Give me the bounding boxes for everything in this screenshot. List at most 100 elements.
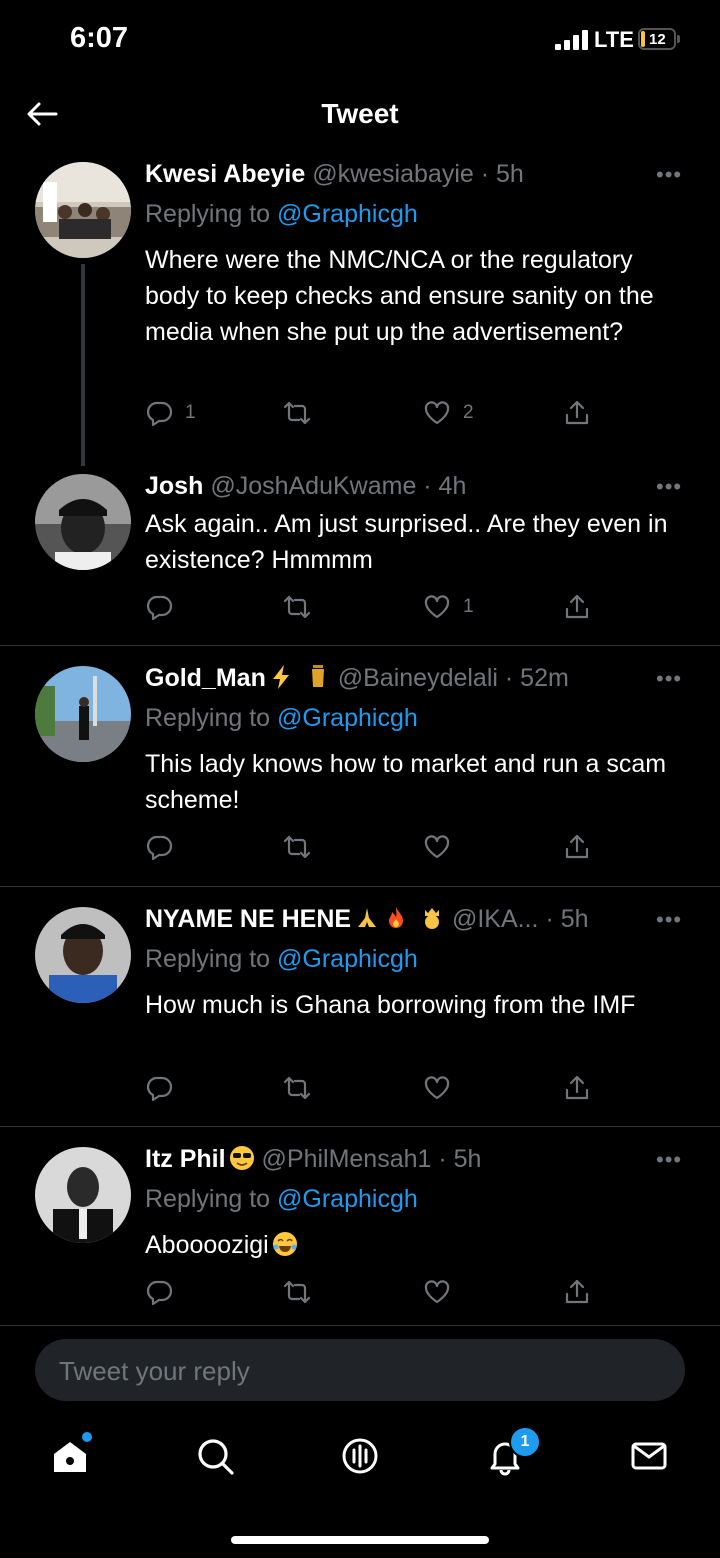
home-indicator[interactable] [231,1536,489,1544]
crowned-person-emoji-icon [425,908,440,929]
share-icon [565,834,589,859]
reply-input[interactable] [57,1339,661,1403]
heart-icon [424,1076,450,1100]
tears-of-joy-emoji-icon [272,1232,297,1256]
tab-messages[interactable] [627,1434,671,1478]
retweet-button[interactable] [283,398,311,428]
reply-icon [146,1280,173,1306]
clock: 6:07 [70,22,129,54]
signal-icon [555,30,589,50]
retweet-icon [283,1076,311,1100]
replying-to: Replying to @Graphicgh [145,704,418,732]
more-options-icon[interactable]: ••• [656,162,682,188]
share-button[interactable] [563,1277,591,1307]
reply-button[interactable] [145,592,173,622]
retweet-button[interactable] [283,1073,311,1103]
tab-spaces[interactable] [338,1434,382,1478]
avatar[interactable] [35,907,131,1003]
heart-icon [424,1280,450,1304]
tweet-text: How much is Ghana borrowing from the IMF [145,991,636,1019]
tweet-actions: 1 [145,592,595,622]
mail-icon [631,1442,667,1470]
status-bar: 6:07 LTE 12 [0,0,720,80]
more-options-icon[interactable]: ••• [656,1147,682,1173]
author-handle[interactable]: @Baineydelali · 52m [338,664,569,692]
author-handle[interactable]: @PhilMensah1 · 5h [262,1145,482,1173]
author-handle[interactable]: @IKA... · 5h [452,905,589,933]
avatar[interactable] [35,1147,131,1243]
like-button[interactable]: 2 [423,398,474,428]
reply-button[interactable] [145,1073,173,1103]
reply-icon [146,835,173,861]
share-button[interactable] [563,1073,591,1103]
mention-link[interactable]: @Graphicgh [277,1185,418,1213]
divider [0,1325,720,1326]
reply-button[interactable]: 1 [145,398,196,428]
tweet[interactable]: Gold_Man @Baineydelali · 52m ••• Replyin… [0,646,720,886]
search-icon [198,1439,234,1475]
mention-link[interactable]: @Graphicgh [277,200,418,228]
more-options-icon[interactable]: ••• [656,907,682,933]
tweet-actions [145,1073,595,1103]
share-button[interactable] [563,832,591,862]
tweet-text: Ask again.. Am just surprised.. Are they… [145,510,668,574]
battery-icon: 12 [638,28,676,50]
author-name[interactable]: Gold_Man [145,664,331,692]
like-button[interactable] [423,832,451,862]
lightning-emoji-icon [272,665,289,689]
author-handle[interactable]: @kwesiabayie · 5h [312,160,524,188]
tweet[interactable]: Itz Phil @PhilMensah1 · 5h ••• Replying … [0,1127,720,1325]
author-name[interactable]: Itz Phil [145,1145,255,1173]
mention-link[interactable]: @Graphicgh [277,945,418,973]
tab-notifications[interactable]: 1 [483,1426,541,1478]
author-handle[interactable]: @JoshAduKwame · 4h [210,472,466,500]
page-title: Tweet [321,98,399,129]
like-button[interactable]: 1 [423,592,474,622]
author-name[interactable]: NYAME NE HENE [145,905,445,933]
reply-count: 1 [185,402,196,423]
share-icon [565,1075,589,1100]
spaces-icon [342,1438,378,1474]
heart-icon [424,835,450,859]
fire-emoji-icon [389,907,404,928]
tweet[interactable]: Josh @JoshAduKwame · 4h ••• Ask again.. … [0,468,720,644]
tweet[interactable]: NYAME NE HENE @IKA... · 5h ••• Replying … [0,887,720,1127]
author-name[interactable]: Josh [145,472,203,500]
retweet-button[interactable] [283,592,311,622]
heart-icon [424,595,450,619]
reply-composer[interactable] [35,1339,685,1403]
top-bar: Tweet [0,80,720,152]
urn-emoji-icon [311,665,324,687]
tab-home[interactable] [48,1432,92,1478]
more-options-icon[interactable]: ••• [656,474,682,500]
like-button[interactable] [423,1277,451,1307]
share-button[interactable] [563,592,591,622]
author-name[interactable]: Kwesi Abeyie [145,160,305,188]
avatar[interactable] [35,474,131,570]
mention-link[interactable]: @Graphicgh [277,704,418,732]
share-button[interactable] [563,398,591,428]
reply-icon [146,595,173,621]
tweet-actions [145,832,595,862]
retweet-icon [283,401,311,425]
praying-hands-emoji-icon [358,908,377,927]
avatar[interactable] [35,666,131,762]
reply-button[interactable] [145,1277,173,1307]
reply-button[interactable] [145,832,173,862]
reply-icon [146,1076,173,1102]
reply-icon [146,401,173,427]
tweet-actions: 1 2 [145,398,595,428]
share-icon [565,400,589,425]
bottom-tab-bar: 1 [0,1420,720,1500]
more-options-icon[interactable]: ••• [656,666,682,692]
tab-search[interactable] [193,1434,237,1478]
retweet-button[interactable] [283,1277,311,1307]
like-button[interactable] [423,1073,451,1103]
retweet-icon [283,595,311,619]
battery-level: 12 [649,31,666,48]
new-content-dot [82,1432,92,1442]
retweet-button[interactable] [283,832,311,862]
avatar[interactable] [35,162,131,258]
tweet-text: Where were the NMC/NCA or the regulatory… [145,246,654,346]
tweet[interactable]: Kwesi Abeyie @kwesiabayie · 5h ••• Reply… [0,152,720,468]
